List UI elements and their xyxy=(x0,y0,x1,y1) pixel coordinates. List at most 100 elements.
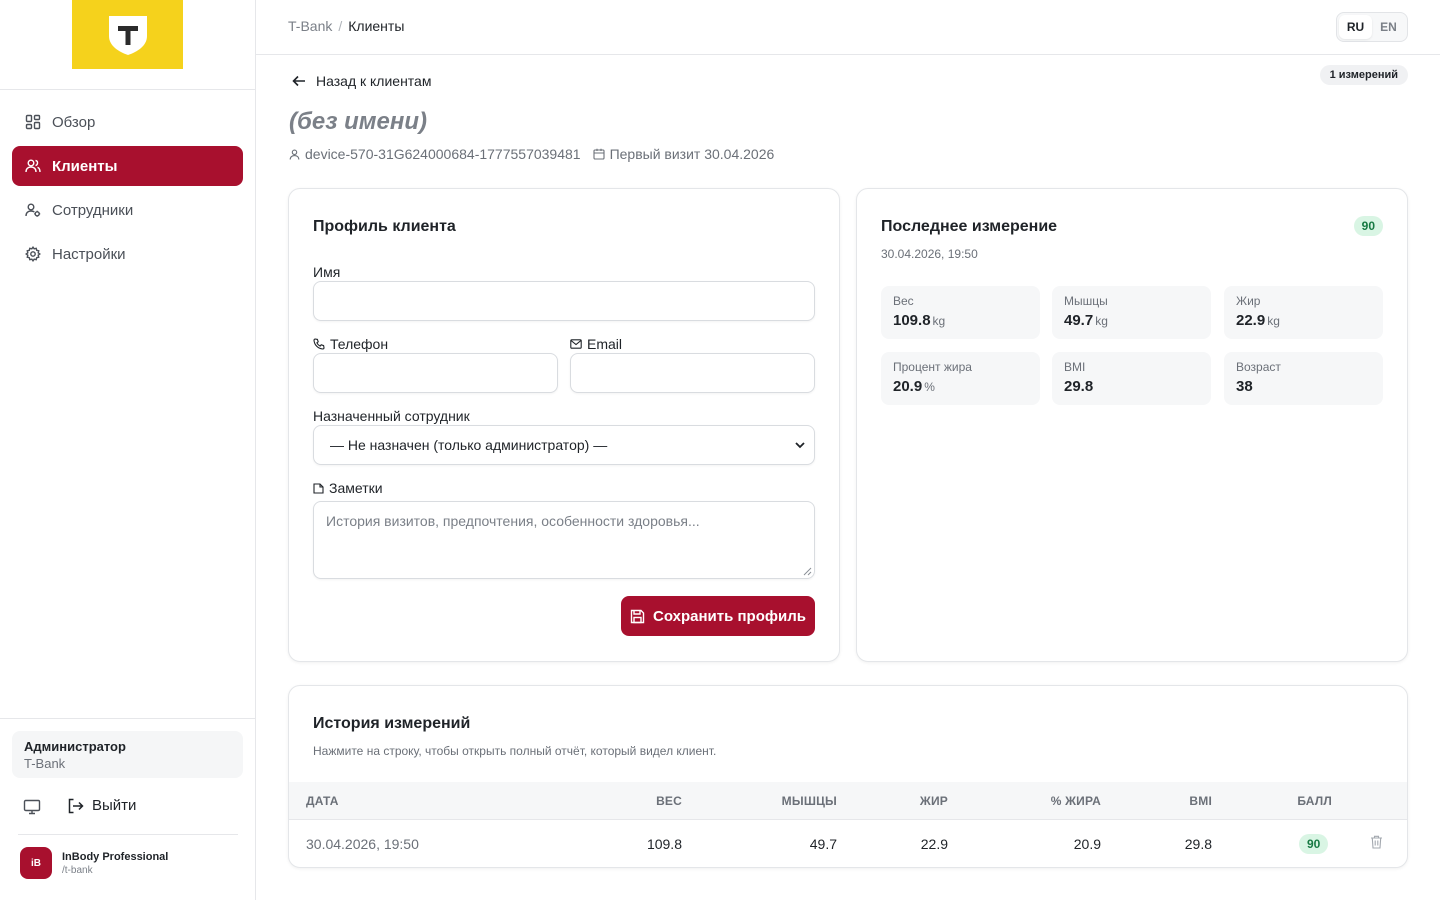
column-fat[interactable]: ЖИР xyxy=(848,794,948,808)
client-profile-card: Профиль клиента Имя Телефон Email Назнач… xyxy=(288,188,840,662)
arrow-left-icon xyxy=(292,75,306,87)
cell-muscle: 49.7 xyxy=(809,836,837,852)
phone-label: Телефон xyxy=(313,336,388,352)
stat-number: 29.8 xyxy=(1064,378,1094,395)
name-label: Имя xyxy=(313,264,340,280)
assigned-staff-select[interactable]: — Не назначен (только администратор) — xyxy=(313,425,815,465)
logout-label: Выйти xyxy=(92,797,137,814)
calendar-icon xyxy=(593,148,605,160)
phone-label-text: Телефон xyxy=(330,336,389,352)
lang-en-button[interactable]: EN xyxy=(1372,15,1405,39)
brand-slug: /t-bank xyxy=(62,864,93,876)
logout-icon xyxy=(67,798,84,814)
resize-handle-icon[interactable] xyxy=(803,567,812,576)
sidebar-item-staff[interactable]: Сотрудники xyxy=(12,190,243,230)
brand-badge: iB xyxy=(20,847,52,879)
sidebar-item-label: Клиенты xyxy=(52,157,118,175)
save-profile-button[interactable]: Сохранить профиль xyxy=(621,596,815,636)
client-meta: device-570-31G624000684-1777557039481 Пе… xyxy=(289,146,774,162)
current-user-card: Администратор T-Bank xyxy=(12,731,243,778)
last-measurement-title: Последнее измерение xyxy=(881,218,1058,235)
email-label: Email xyxy=(570,336,622,352)
stat-label: Вес xyxy=(893,294,914,308)
history-hint: Нажмите на строку, чтобы открыть полный … xyxy=(313,744,717,758)
sidebar-item-clients[interactable]: Клиенты xyxy=(12,146,243,186)
mail-icon xyxy=(570,339,582,349)
score-badge: 90 xyxy=(1353,216,1383,236)
sidebar-item-overview[interactable]: Обзор xyxy=(12,102,243,142)
logo-area xyxy=(0,0,255,90)
app-brand: iB InBody Professional /t-bank xyxy=(20,847,168,879)
sidebar-item-label: Сотрудники xyxy=(52,201,134,219)
table-row[interactable]: 30.04.2026, 19:50 109.8 49.7 22.9 20.9 2… xyxy=(289,820,1407,867)
column-weight[interactable]: ВЕС xyxy=(582,794,682,808)
stat-unit: % xyxy=(924,380,935,394)
stat-label: Мышцы xyxy=(1064,294,1108,308)
stat-value: 22.9 kg xyxy=(1236,312,1371,329)
dashboard-icon xyxy=(24,113,42,131)
stat-bmi: BMI 29.8 xyxy=(1052,352,1211,405)
stat-label: Возраст xyxy=(1236,360,1281,374)
save-profile-label: Сохранить профиль xyxy=(653,607,806,625)
measurement-history-card: История измерений Нажмите на строку, что… xyxy=(288,685,1408,868)
lang-ru-button[interactable]: RU xyxy=(1339,15,1372,39)
divider xyxy=(0,718,255,719)
breadcrumb-current: Клиенты xyxy=(348,18,405,34)
logout-button[interactable]: Выйти xyxy=(67,797,136,814)
back-to-clients-link[interactable]: Назад к клиентам xyxy=(292,73,431,89)
column-date[interactable]: ДАТА xyxy=(306,794,339,808)
tbank-logo[interactable] xyxy=(72,0,183,69)
name-input[interactable] xyxy=(313,281,815,321)
notes-label-text: Заметки xyxy=(329,480,383,496)
user-icon xyxy=(289,149,300,160)
cell-fat-percent: 20.9 xyxy=(1073,836,1101,852)
column-fat-percent[interactable]: % ЖИРА xyxy=(1001,794,1101,808)
cell-date: 30.04.2026, 19:50 xyxy=(306,836,419,852)
cell-bmi: 29.8 xyxy=(1184,836,1212,852)
phone-input[interactable] xyxy=(313,353,558,393)
sidebar-item-label: Настройки xyxy=(52,245,126,263)
stat-number: 22.9 xyxy=(1236,312,1266,329)
stat-fat: Жир 22.9 kg xyxy=(1224,286,1383,339)
column-muscle[interactable]: МЫШЦЫ xyxy=(737,794,837,808)
users-icon xyxy=(24,157,42,175)
stat-value: 109.8 kg xyxy=(893,312,1028,329)
save-icon xyxy=(630,609,645,624)
stat-value: 29.8 xyxy=(1064,378,1199,395)
stat-value: 49.7 kg xyxy=(1064,312,1199,329)
cell-fat: 22.9 xyxy=(920,836,948,852)
measurements-count-badge: 1 измерений xyxy=(1319,65,1408,85)
stat-label: BMI xyxy=(1064,360,1086,374)
notes-placeholder: История визитов, предпочтения, особеннос… xyxy=(326,513,700,529)
user-org: T-Bank xyxy=(24,756,66,771)
stat-unit: kg xyxy=(932,314,946,328)
notes-textarea[interactable]: История визитов, предпочтения, особеннос… xyxy=(313,501,815,579)
stat-muscle: Мышцы 49.7 kg xyxy=(1052,286,1211,339)
table-header: ДАТА ВЕС МЫШЦЫ ЖИР % ЖИРА BMI БАЛЛ xyxy=(289,782,1407,820)
stat-weight: Вес 109.8 kg xyxy=(881,286,1040,339)
staff-selected-value: — Не назначен (только администратор) — xyxy=(330,437,608,453)
column-bmi[interactable]: BMI xyxy=(1112,794,1212,808)
cell-score-badge: 90 xyxy=(1299,834,1329,854)
last-measurement-date: 30.04.2026, 19:50 xyxy=(881,247,978,261)
stat-fat-percent: Процент жира 20.9% xyxy=(881,352,1040,405)
chevron-down-icon xyxy=(794,439,806,451)
email-input[interactable] xyxy=(570,353,815,393)
stat-number: 49.7 xyxy=(1064,312,1094,329)
sidebar-item-label: Обзор xyxy=(52,113,96,131)
name-label-text: Имя xyxy=(313,264,341,280)
notes-label: Заметки xyxy=(313,480,383,496)
sidebar-item-settings[interactable]: Настройки xyxy=(12,234,243,274)
sidebar-nav: Обзор Клиенты Сотрудники Настройки xyxy=(12,102,243,278)
stat-label: Жир xyxy=(1236,294,1261,308)
brand-name: InBody Professional xyxy=(62,850,169,863)
staff-icon xyxy=(24,201,42,219)
column-score[interactable]: БАЛЛ xyxy=(1232,794,1332,808)
stat-value: 38 xyxy=(1236,378,1371,395)
breadcrumb-root[interactable]: T-Bank xyxy=(288,18,332,34)
trash-icon[interactable] xyxy=(1370,835,1383,849)
stat-label: Процент жира xyxy=(893,360,972,374)
monitor-icon[interactable] xyxy=(22,797,42,817)
breadcrumb-separator: / xyxy=(338,18,343,34)
cell-weight: 109.8 xyxy=(646,836,682,852)
